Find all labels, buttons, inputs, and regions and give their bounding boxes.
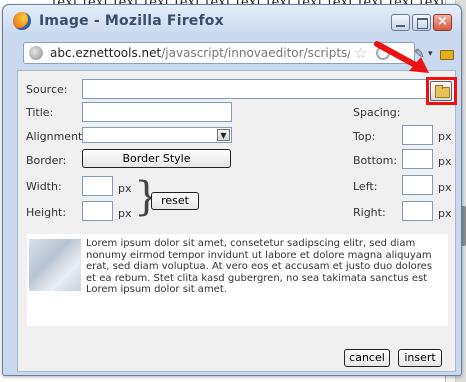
border-label: Border: <box>26 154 67 167</box>
popup-window: Image - Mozilla Firefox × abc.eznettools… <box>2 4 462 376</box>
left-input[interactable] <box>402 175 433 195</box>
globe-icon <box>29 46 43 60</box>
url-domain: abc.eznettools.net <box>50 46 162 60</box>
height-input[interactable] <box>82 201 113 221</box>
firefox-icon <box>13 12 31 30</box>
window-title: Image - Mozilla Firefox <box>39 13 224 29</box>
top-px-unit: px <box>438 130 452 143</box>
title-label: Title: <box>26 106 54 119</box>
cancel-button[interactable]: cancel <box>344 349 390 367</box>
maximize-button[interactable] <box>412 14 431 31</box>
title-bar[interactable]: Image - Mozilla Firefox × <box>3 5 461 37</box>
height-px-unit: px <box>118 207 132 220</box>
width-label: Width: <box>26 180 62 193</box>
source-input[interactable] <box>82 79 428 99</box>
url-path: /javascript/innovaeditor/scripts/moz/ima… <box>161 46 350 60</box>
border-style-button[interactable]: Border Style <box>82 149 231 168</box>
height-label: Height: <box>26 206 67 219</box>
image-preview: Lorem ipsum dolor sit amet, consetetur s… <box>27 234 448 326</box>
bottom-label: Bottom: <box>353 154 398 167</box>
close-button[interactable]: × <box>433 14 452 31</box>
highlight-box <box>426 77 457 105</box>
width-input[interactable] <box>82 176 113 196</box>
chevron-down-icon[interactable]: ▼ <box>217 129 230 141</box>
preview-image <box>29 239 81 291</box>
address-bar[interactable]: abc.eznettools.net/javascript/innovaedit… <box>23 42 415 64</box>
right-label: Right: <box>353 206 386 219</box>
arrow-icon <box>374 41 429 73</box>
alignment-select[interactable]: ▼ <box>82 127 232 143</box>
insert-button[interactable]: insert <box>398 349 442 367</box>
title-input[interactable] <box>82 102 232 122</box>
dialog-content: Source: Title: Alignment: ▼ Border: Bord… <box>17 70 457 372</box>
left-label: Left: <box>353 180 378 193</box>
right-input[interactable] <box>402 201 433 221</box>
top-input[interactable] <box>402 125 433 145</box>
preview-text: Lorem ipsum dolor sit amet, consetetur s… <box>86 238 433 296</box>
spacing-label: Spacing: <box>353 106 401 119</box>
left-px-unit: px <box>438 181 452 194</box>
url-text: abc.eznettools.net/javascript/innovaedit… <box>50 46 350 60</box>
alignment-label: Alignment: <box>26 130 87 143</box>
right-px-unit: px <box>438 207 452 220</box>
top-label: Top: <box>353 130 376 143</box>
source-label: Source: <box>26 83 68 96</box>
width-px-unit: px <box>118 182 132 195</box>
star-icon[interactable]: ☆ <box>354 44 367 62</box>
reset-button[interactable]: reset <box>151 192 199 210</box>
minimize-button[interactable] <box>391 14 410 31</box>
bottom-input[interactable] <box>402 149 433 169</box>
close-icon: × <box>437 14 448 29</box>
bottom-px-unit: px <box>438 155 452 168</box>
